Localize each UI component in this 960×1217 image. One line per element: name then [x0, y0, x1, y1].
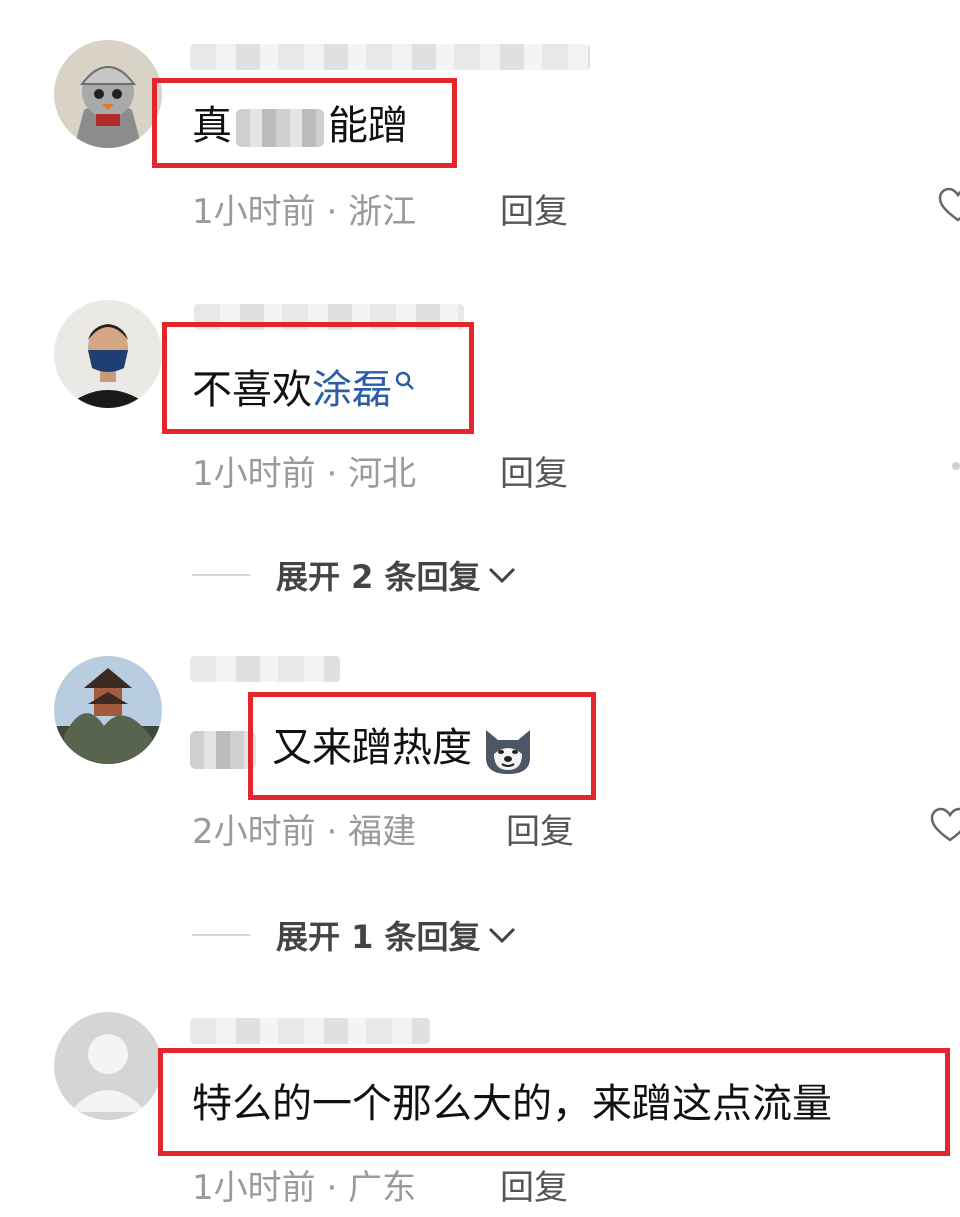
avatar[interactable]	[54, 40, 162, 148]
highlight-box	[162, 322, 474, 434]
highlight-box	[248, 692, 596, 800]
reply-button[interactable]: 回复	[500, 446, 568, 495]
chevron-down-icon	[488, 567, 515, 584]
username[interactable]	[190, 656, 340, 682]
comment-meta: 1小时前 · 河北	[192, 454, 417, 494]
divider-line	[192, 574, 250, 576]
reply-button[interactable]: 回复	[506, 804, 574, 853]
expand-replies-button[interactable]: 展开 1 条回复	[192, 912, 517, 958]
expand-replies-button[interactable]: 展开 2 条回复	[192, 552, 517, 598]
highlight-box	[152, 78, 457, 168]
avatar[interactable]	[54, 300, 162, 408]
highlight-box	[158, 1048, 950, 1156]
comment-meta: 1小时前 · 浙江	[192, 192, 417, 232]
like-heart-icon[interactable]	[930, 806, 960, 846]
chevron-down-icon	[488, 927, 515, 944]
comment-meta: 1小时前 · 广东	[192, 1168, 417, 1208]
avatar[interactable]	[54, 1012, 162, 1120]
username[interactable]	[190, 1018, 430, 1044]
comment-meta: 2小时前 · 福建	[192, 812, 417, 852]
avatar[interactable]	[54, 656, 162, 764]
reply-button[interactable]: 回复	[500, 184, 568, 233]
like-heart-icon[interactable]	[938, 186, 960, 226]
reply-button[interactable]: 回复	[500, 1160, 568, 1209]
username[interactable]	[190, 44, 590, 70]
scroll-dot	[952, 462, 960, 470]
divider-line	[192, 934, 250, 936]
